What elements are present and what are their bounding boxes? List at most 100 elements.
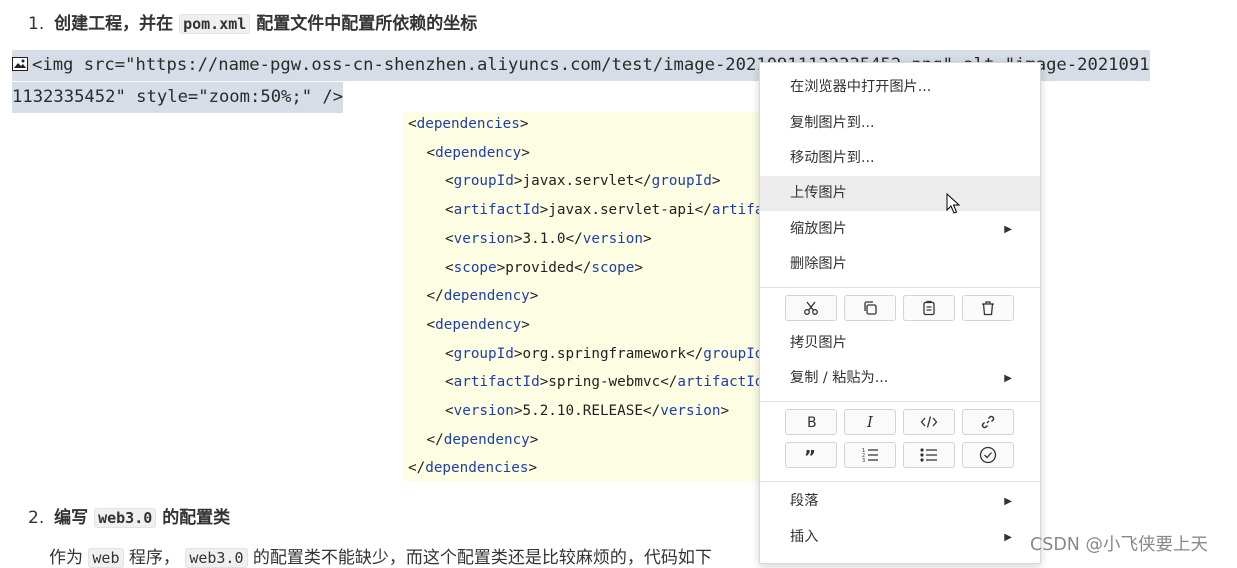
quote-icon: ” <box>804 447 816 463</box>
xml-tag: </version> <box>565 230 652 247</box>
paste-button[interactable] <box>903 295 955 321</box>
copy-button[interactable] <box>844 295 896 321</box>
task-list-icon <box>979 446 997 464</box>
xml-text: spring-webmvc <box>548 374 661 391</box>
xml-text: 5.2.10.RELEASE <box>522 403 643 419</box>
menu-item-upload-image[interactable]: 上传图片 <box>760 176 1040 211</box>
italic-button[interactable]: I <box>844 409 896 435</box>
quote-button[interactable]: ” <box>785 442 837 468</box>
image-source-text[interactable]: 1132335452" style="zoom:50%;" /> <box>12 82 344 113</box>
code-line: <groupId>org.springframework</groupId> <box>445 346 772 362</box>
bold-icon: B <box>807 415 817 430</box>
submenu-arrow-icon: ▶ <box>1004 532 1012 543</box>
menu-item-label: 复制图片到... <box>790 115 875 131</box>
paragraph-text: 的配置类不能缺少，而这个配置类还是比较麻烦的，代码如下 <box>252 548 712 568</box>
menu-item-zoom-image[interactable]: 缩放图片 ▶ <box>760 212 1040 247</box>
cut-button[interactable] <box>785 295 837 321</box>
menu-item-copy-image-to[interactable]: 复制图片到... <box>760 106 1040 141</box>
inline-code: web3.0 <box>185 548 248 568</box>
xml-tag: <version> <box>445 230 523 247</box>
ordered-list-button[interactable]: 123 <box>844 442 896 468</box>
menu-item-label: 移动图片到... <box>790 150 875 166</box>
link-button[interactable] <box>962 409 1014 435</box>
bullet-list-icon <box>920 448 937 462</box>
menu-item-open-in-browser[interactable]: 在浏览器中打开图片... <box>760 70 1040 105</box>
paragraph-text: 程序， <box>128 548 180 568</box>
cut-icon <box>804 301 818 315</box>
xml-text: javax.servlet-api <box>548 202 695 219</box>
list-number: 1. <box>28 14 45 34</box>
heading-text: 的配置类 <box>162 508 231 528</box>
paragraph-text: 作为 <box>49 548 83 568</box>
image-icon <box>12 56 28 71</box>
inline-code: web <box>88 548 124 568</box>
menu-item-paragraph[interactable]: 段落 ▶ <box>760 484 1040 519</box>
submenu-arrow-icon: ▶ <box>1004 373 1012 384</box>
menu-divider <box>760 287 1040 288</box>
task-list-button[interactable] <box>962 442 1014 468</box>
menu-divider <box>760 401 1040 402</box>
xml-tag: <version> <box>445 403 523 419</box>
xml-tag: </dependency> <box>426 431 539 448</box>
link-icon <box>981 415 995 429</box>
code-line: </dependencies> <box>408 460 537 476</box>
menu-item-label: 删除图片 <box>790 256 847 272</box>
menu-item-copy-paste-as[interactable]: 复制 / 粘贴为... ▶ <box>760 361 1040 396</box>
paste-icon <box>923 300 935 316</box>
paragraph: 作为 web 程序， web3.0 的配置类不能缺少，而这个配置类还是比较麻烦的… <box>49 543 712 568</box>
list-heading-1: 1. 创建工程，并在 pom.xml 配置文件中配置所依赖的坐标 <box>28 9 477 34</box>
bold-button[interactable]: B <box>785 409 837 435</box>
xml-tag: </dependency> <box>426 288 539 305</box>
watermark: CSDN @小飞侠要上天 <box>1030 535 1208 555</box>
heading-text: 创建工程，并在 <box>54 14 174 34</box>
code-button[interactable] <box>903 409 955 435</box>
menu-item-label: 段落 <box>790 493 819 509</box>
menu-item-label: 拷贝图片 <box>790 335 847 351</box>
submenu-arrow-icon: ▶ <box>1004 224 1012 235</box>
xml-tag: <artifactId> <box>445 202 549 219</box>
code-line: <scope>provided</scope> <box>445 260 643 276</box>
menu-item-delete-image[interactable]: 删除图片 <box>760 247 1040 282</box>
code-line: </dependency> <box>427 432 539 448</box>
menu-divider <box>760 481 1040 482</box>
delete-icon <box>982 301 994 316</box>
code-line: <version>3.1.0</version> <box>445 231 652 247</box>
xml-tag: </version> <box>643 403 730 419</box>
context-menu: 在浏览器中打开图片... 复制图片到... 移动图片到... 上传图片 缩放图片… <box>759 62 1041 564</box>
italic-icon: I <box>866 414 874 430</box>
xml-tag: <artifactId> <box>445 374 549 391</box>
svg-text:”: ” <box>804 447 816 463</box>
xml-tag: <dependencies> <box>408 116 529 132</box>
menu-item-copy-image[interactable]: 拷贝图片 <box>760 326 1040 361</box>
code-line: <dependencies> <box>408 116 529 132</box>
code-image: <dependencies> <dependency> <groupId>javax… <box>403 112 807 481</box>
xml-tag: </dependencies> <box>408 460 538 477</box>
inline-code: pom.xml <box>179 14 251 34</box>
code-line: <artifactId>javax.servlet-api</artifactI… <box>445 202 807 218</box>
menu-item-label: 插入 <box>790 529 819 545</box>
delete-button[interactable] <box>962 295 1014 321</box>
xml-text: javax.servlet <box>522 173 635 190</box>
menu-item-label: 在浏览器中打开图片... <box>790 79 932 95</box>
menu-item-insert[interactable]: 插入 ▶ <box>760 520 1040 555</box>
copy-icon <box>864 301 877 315</box>
xml-tag: <scope> <box>445 259 506 276</box>
code-line: <dependency> <box>427 145 530 161</box>
menu-item-move-image-to[interactable]: 移动图片到... <box>760 141 1040 176</box>
code-line: <version>5.2.10.RELEASE</version> <box>445 403 729 419</box>
inline-code: web3.0 <box>94 508 157 528</box>
svg-text:B: B <box>807 415 817 430</box>
svg-text:3: 3 <box>862 458 865 463</box>
xml-tag: <groupId> <box>445 345 523 362</box>
submenu-arrow-icon: ▶ <box>1004 496 1012 507</box>
list-number: 2. <box>28 508 45 528</box>
code-line: <dependency> <box>427 317 530 333</box>
xml-tag: <dependency> <box>426 144 530 161</box>
bullet-list-button[interactable] <box>903 442 955 468</box>
xml-tag: <groupId> <box>445 173 523 190</box>
xml-tag: </artifactId> <box>660 374 772 391</box>
ordered-list-icon: 123 <box>862 448 878 463</box>
xml-text: provided <box>505 259 575 276</box>
xml-text: org.springframework <box>522 345 687 362</box>
mouse-cursor-icon <box>946 193 960 214</box>
